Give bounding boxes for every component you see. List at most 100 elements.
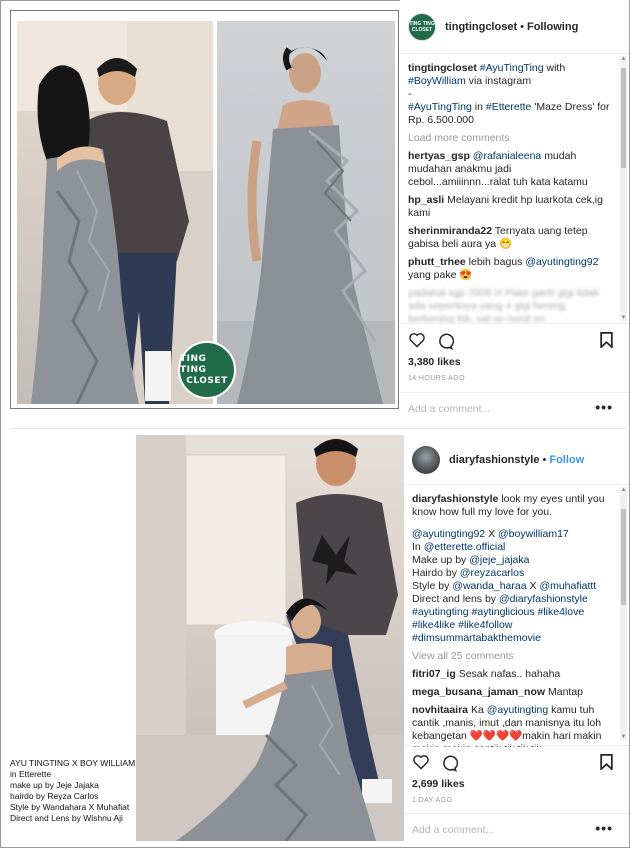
post2-avatar[interactable] — [412, 445, 440, 474]
post1-photo-collage[interactable]: TING TING CLOSET — [10, 10, 399, 409]
comment-text: Mantap — [547, 686, 584, 698]
scroll-thumb[interactable] — [621, 68, 626, 168]
caption-text: Style by — [412, 580, 450, 592]
more-options-icon[interactable]: ••• — [595, 399, 613, 415]
scroll-up-arrow-icon[interactable]: ▲ — [620, 56, 627, 63]
mention-link[interactable]: @rafanialeena — [473, 150, 541, 162]
post2-likes-count[interactable]: 2,699 likes — [412, 778, 465, 790]
following-button[interactable]: Following — [527, 21, 578, 33]
comment: hp_asli Melayani kredit hp luarkota cek,… — [408, 194, 613, 220]
comment-username[interactable]: fitri07_ig — [412, 668, 456, 680]
mention-link[interactable]: @jeje_jajaka — [469, 554, 529, 566]
caption-text: - — [408, 88, 412, 100]
post1-likes-count[interactable]: 3,380 likes — [408, 356, 461, 368]
blurred-comment: padahal sgp 2008 H Pake ganti gigi tidak… — [408, 287, 599, 325]
hashtag-link[interactable]: #dimsummartabakthemovie — [412, 632, 541, 644]
badge-text-line1: TING TING — [180, 353, 207, 375]
post2-comments-area: diaryfashionstyle look my eyes until you… — [412, 493, 617, 747]
post2-side-panel: diaryfashionstyle • Follow diaryfashions… — [404, 435, 629, 847]
mention-link[interactable]: @ayutingting — [487, 704, 548, 716]
runway-model-illustration — [217, 47, 395, 404]
post2-add-comment-bar: Add a comment... ••• — [404, 813, 629, 845]
comment-icon[interactable] — [440, 754, 458, 772]
post1-actions: 3,380 likes 14 HOURS AGO — [400, 323, 629, 388]
mention-link[interactable]: @reyzacarlos — [460, 567, 524, 579]
caption-text: Hairdo by — [412, 567, 457, 579]
add-comment-input[interactable]: Add a comment... — [412, 824, 494, 836]
comment-username[interactable]: sherinmiranda22 — [408, 225, 492, 237]
post1-side-panel: TING TING CLOSET tingtingcloset • Follow… — [400, 0, 629, 425]
caption-username[interactable]: diaryfashionstyle — [412, 493, 498, 505]
credit-line: Direct and Lens by Wishnu Aji — [10, 813, 123, 823]
post2-timestamp[interactable]: 1 DAY AGO — [412, 797, 452, 804]
comment: hertyas_gsp @rafanialeena mudah mudahan … — [408, 150, 613, 189]
post2-photo[interactable] — [136, 435, 404, 841]
mention-link[interactable]: @muhafiattt — [539, 580, 596, 592]
post1-add-comment-bar: Add a comment... ••• — [400, 392, 629, 424]
bookmark-icon[interactable] — [600, 332, 613, 348]
load-more-comments-link[interactable]: Load more comments — [408, 132, 613, 145]
hashtag-link[interactable]: #Etterette — [486, 101, 532, 113]
scroll-up-arrow-icon[interactable]: ▲ — [620, 487, 627, 494]
credit-line: hairdo by Reyza Carlos — [10, 791, 99, 801]
caption-text: X — [529, 580, 537, 592]
hashtag-link[interactable]: #ayutingting #aytinglicious #like4love — [412, 606, 584, 618]
scroll-down-arrow-icon[interactable]: ▼ — [620, 734, 627, 741]
avatar-text: TING TING CLOSET — [409, 20, 435, 33]
post1-photo-right — [217, 21, 395, 404]
mention-link[interactable]: @boywilliam17 — [498, 528, 569, 540]
caption-text: in — [474, 101, 483, 113]
scroll-thumb[interactable] — [621, 509, 626, 605]
mention-link[interactable]: @etterette.official — [424, 541, 506, 553]
tingtingcloset-logo-badge: TING TING CLOSET — [178, 341, 236, 399]
post2-credits-text: AYU TINGTING X BOY WILLIAM in Etterette … — [10, 758, 140, 824]
post1-photo-left — [17, 21, 213, 404]
post2-username-link[interactable]: diaryfashionstyle — [449, 454, 539, 466]
post2-comments-scrollbar[interactable]: ▲ ▼ — [620, 487, 627, 741]
scroll-down-arrow-icon[interactable]: ▼ — [620, 315, 627, 322]
post1-comments-scrollbar[interactable]: ▲ ▼ — [620, 56, 627, 322]
add-comment-input[interactable]: Add a comment... — [408, 403, 490, 415]
view-all-comments-link[interactable]: View all 25 comments — [412, 650, 617, 663]
post2-header: diaryfashionstyle • Follow — [404, 435, 629, 485]
comment-username[interactable]: novhitaaira — [412, 704, 468, 716]
hashtag-link[interactable]: #AyuTingTing — [480, 62, 544, 74]
hashtag-link[interactable]: #AyuTingTing — [408, 101, 472, 113]
post1-avatar[interactable]: TING TING CLOSET — [408, 12, 436, 41]
caption-text: In — [412, 541, 421, 553]
caption-username[interactable]: tingtingcloset — [408, 62, 477, 74]
mention-link[interactable]: @wanda_haraa — [452, 580, 526, 592]
credit-line: AYU TINGTING X BOY WILLIAM — [10, 758, 136, 768]
comment-username[interactable]: hp_asli — [408, 194, 444, 206]
bookmark-icon[interactable] — [600, 754, 613, 770]
comment-username[interactable]: hertyas_gsp — [408, 150, 470, 162]
posts-divider — [10, 428, 630, 429]
post2-actions: 2,699 likes 1 DAY AGO — [404, 745, 629, 815]
hashtag-link[interactable]: #like4like #like4follow — [412, 619, 512, 631]
badge-text-line2: CLOSET — [186, 375, 228, 386]
more-options-icon[interactable]: ••• — [595, 820, 613, 836]
caption-text: Direct and lens by — [412, 593, 497, 605]
post1-timestamp[interactable]: 14 HOURS AGO — [408, 375, 465, 382]
comment: novhitaaira Ka @ayutingting kamu tuh can… — [412, 704, 617, 747]
credit-line: in Etterette — [10, 769, 52, 779]
comment-username[interactable]: mega_busana_jaman_now — [412, 686, 545, 698]
hashtag-link[interactable]: #BoyWilliam — [408, 75, 466, 87]
post1-caption: tingtingcloset #AyuTingTing with #BoyWil… — [408, 62, 613, 127]
post2-credits-caption: @ayutingting92 X @boywilliam17 In @etter… — [412, 528, 617, 645]
heart-icon[interactable] — [408, 332, 426, 348]
mention-link[interactable]: @ayutingting92 — [412, 528, 485, 540]
couple-seated-illustration — [136, 435, 404, 841]
comment-icon[interactable] — [436, 332, 454, 350]
comment-text: Sesak nafas.. hahaha — [458, 668, 561, 680]
caption-text: with — [546, 62, 566, 74]
post1-comments-area: tingtingcloset #AyuTingTing with #BoyWil… — [408, 62, 613, 330]
mention-link[interactable]: @ayutingting92 — [525, 256, 598, 268]
comment: phutt_trhee lebih bagus @ayutingting92 y… — [408, 256, 613, 282]
comment-username[interactable]: phutt_trhee — [408, 256, 466, 268]
heart-icon[interactable] — [412, 754, 430, 770]
mention-link[interactable]: @diaryfashionstyle — [499, 593, 588, 605]
caption-text: X — [488, 528, 496, 540]
post1-username-link[interactable]: tingtingcloset — [445, 21, 517, 33]
follow-button[interactable]: Follow — [549, 454, 584, 466]
